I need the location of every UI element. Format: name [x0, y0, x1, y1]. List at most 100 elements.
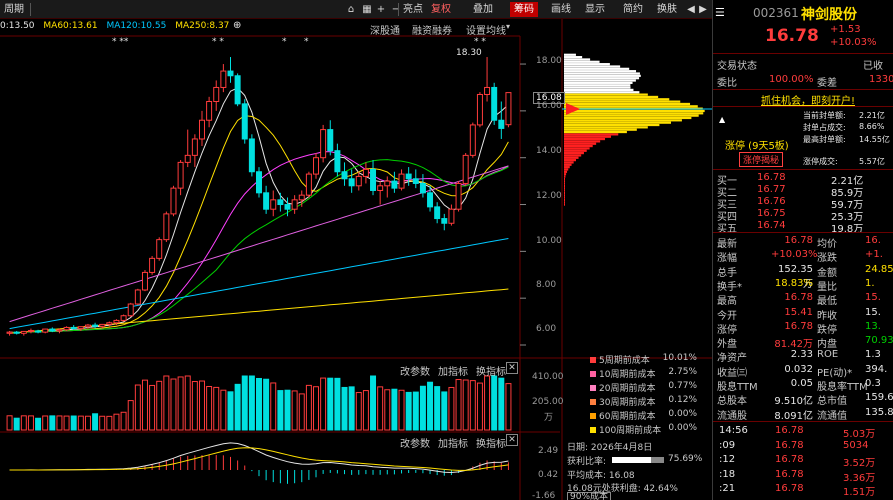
limit-stat-label: 最高封单额: — [803, 135, 846, 144]
chip-bar — [564, 168, 569, 171]
quote-value: 9.510亿 — [774, 396, 813, 408]
cost-legend-pct: 0.12% — [668, 395, 697, 405]
volume-bars — [6, 375, 512, 431]
tick-price: 16.78 — [775, 468, 804, 480]
chip-bar — [564, 184, 565, 187]
volume-change-indicator-button[interactable]: 换指标 — [476, 367, 506, 378]
simple-button[interactable]: 简约 — [620, 2, 646, 17]
candle-body — [198, 119, 205, 140]
close-icon[interactable]: ✕ — [506, 434, 518, 446]
candle-body — [248, 138, 255, 173]
tick-time: :18 — [719, 468, 736, 480]
quote-label: 内盘 — [817, 339, 837, 351]
chip-bar — [564, 149, 587, 152]
collapse-icon[interactable]: ▲ — [719, 115, 725, 124]
quote-value: 15. — [865, 306, 881, 318]
candle-body — [156, 239, 163, 259]
candle-body — [92, 324, 99, 327]
chip-bar — [564, 105, 698, 108]
cost-legend-pct: 0.77% — [668, 381, 697, 391]
grid-icon[interactable]: ▦ — [360, 2, 374, 17]
draw-line-button[interactable]: 画线 — [548, 2, 574, 17]
chip-bar — [564, 72, 640, 75]
tick-time: :09 — [719, 439, 736, 451]
chip-bar — [564, 112, 704, 115]
vol-unit: 万 — [544, 413, 554, 423]
chip-bar — [564, 130, 627, 134]
stock-code: 002361 — [753, 6, 799, 20]
adjust-button[interactable]: 复权 — [428, 2, 454, 17]
candle-body — [341, 171, 348, 180]
zoom-in-icon[interactable]: + — [376, 2, 386, 17]
volume-bar — [362, 390, 369, 431]
candle-body — [476, 93, 483, 126]
quote-value: 394. — [865, 363, 888, 375]
chip-bar — [564, 173, 567, 176]
quote-label: 昨收 — [817, 310, 837, 322]
chip-bar — [564, 166, 570, 169]
scroll-left-icon[interactable]: ◀ — [686, 2, 696, 17]
legend-swatch — [590, 357, 596, 363]
volume-add-indicator-button[interactable]: 加指标 — [438, 367, 468, 378]
volume-bar — [56, 415, 63, 431]
candle-body — [384, 180, 391, 187]
quote-value: 16. — [865, 235, 881, 246]
tick-volume: 5034 — [843, 439, 869, 451]
candle-body — [334, 150, 341, 173]
status-label: 交易状态 — [717, 61, 757, 72]
volume-bar — [6, 415, 13, 431]
period-button[interactable]: 周期 — [2, 2, 26, 17]
candle-body — [6, 331, 13, 334]
candle-body — [213, 86, 220, 103]
candle-body — [56, 329, 63, 332]
chip-button[interactable]: 筹码 — [510, 2, 538, 17]
volume-bar — [84, 415, 91, 431]
macd-change-indicator-button[interactable]: 换指标 — [476, 439, 506, 450]
quote-value: 18.83% — [774, 277, 813, 289]
menu-icon[interactable]: ☰ — [715, 6, 725, 19]
candle-body — [505, 92, 512, 126]
volume-params-button[interactable]: 改参数 — [400, 367, 430, 378]
volume-bar — [191, 381, 198, 431]
candle-body — [149, 257, 156, 273]
close-icon[interactable]: ✕ — [506, 362, 518, 374]
cost-range-select[interactable]: 90%成本 — [567, 492, 612, 500]
candle-body — [270, 199, 277, 210]
candle-body — [391, 180, 398, 189]
volume-bar — [355, 392, 362, 431]
candle-body — [455, 182, 462, 210]
tick-price: 16.78 — [775, 483, 804, 494]
macd-add-indicator-button[interactable]: 加指标 — [438, 439, 468, 450]
chip-bar — [564, 128, 637, 131]
profit-ratio-bar — [612, 457, 664, 463]
price-change-pct: +10.03% — [830, 37, 877, 48]
chip-bar — [564, 159, 577, 162]
candle-body — [256, 171, 262, 194]
home-icon[interactable]: ⌂ — [343, 2, 359, 17]
display-button[interactable]: 显示 — [582, 2, 608, 17]
chip-bar — [564, 191, 565, 195]
macd-params-button[interactable]: 改参数 — [400, 439, 430, 450]
signal-marker: * * — [474, 37, 486, 47]
scroll-right-icon[interactable]: ▶ — [698, 2, 708, 17]
highlight-button[interactable]: 亮点 — [400, 2, 426, 17]
limit-reveal-button[interactable]: 涨停揭秘 — [739, 152, 784, 167]
tick-volume: 3.52万 — [843, 458, 876, 469]
candle-body — [191, 138, 198, 156]
profit-ratio-label: 获利比率: — [567, 457, 607, 467]
volume-bar — [13, 417, 20, 431]
quote-label: PE(动)* — [817, 367, 853, 379]
volume-bar — [455, 379, 462, 431]
candle-body — [263, 192, 270, 210]
candle-body — [277, 199, 284, 206]
chip-bar — [564, 63, 610, 66]
cost-legend-pct: 10.01% — [662, 353, 697, 363]
volume-bar — [70, 415, 77, 431]
skin-button[interactable]: 换肤 — [654, 2, 680, 17]
overlay-button[interactable]: 叠加 — [470, 2, 496, 17]
candle-body — [227, 70, 234, 77]
promo-link[interactable]: 抓住机会，即刻开户! — [761, 92, 855, 107]
quote-label: 总市值 — [817, 396, 847, 408]
volume-bar — [313, 386, 320, 431]
quote-label: 股息TTM — [717, 382, 758, 393]
